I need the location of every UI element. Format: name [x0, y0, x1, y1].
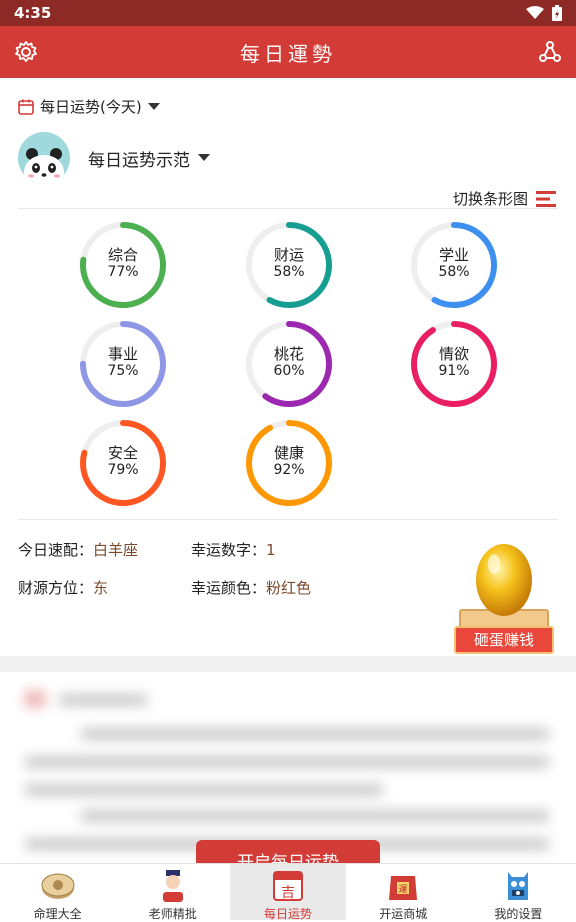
ring-value: 91%: [438, 363, 470, 379]
ring-label: 健康: [273, 444, 304, 462]
lucky-number: 幸运数字：1: [191, 539, 276, 560]
svg-text:吉: 吉: [281, 885, 295, 901]
app-bar: 每日運勢: [0, 26, 576, 78]
smash-egg-button[interactable]: 砸蛋赚钱: [454, 626, 554, 654]
tab-master-review[interactable]: 老师精批: [115, 864, 230, 921]
wealth-direction-label: 财源方位：: [18, 579, 94, 597]
ring-label: 财运: [273, 246, 304, 264]
switch-bar-chart-label: 切换条形图: [452, 190, 528, 208]
ring-label: 安全: [107, 444, 138, 462]
monster-avatar-icon: [508, 872, 529, 900]
ring-label: 桃花: [273, 345, 304, 363]
profile-name: 每日运势示范: [88, 150, 190, 171]
master-icon: [162, 870, 183, 902]
ring-career: 事业 75%: [78, 319, 168, 409]
chevron-down-icon: [198, 154, 210, 161]
switch-bar-chart-button[interactable]: 切换条形图: [453, 188, 558, 209]
lucky-match-value: 白羊座: [93, 541, 139, 559]
tab-label: 我的设置: [494, 907, 543, 921]
panda-avatar: [18, 132, 70, 184]
ring-value: 79%: [107, 462, 139, 478]
ring-value: 58%: [438, 264, 470, 280]
page-title: 每日運勢: [240, 41, 336, 66]
divider: [18, 208, 558, 209]
ring-safety: 安全 79%: [78, 418, 168, 508]
smash-egg-widget[interactable]: 砸蛋赚钱: [454, 542, 554, 654]
tab-label: 每日运势: [264, 907, 313, 921]
bar-chart-icon: [536, 190, 556, 207]
status-bar: 4:35: [0, 0, 576, 26]
lucky-color-label: 幸运颜色：: [191, 579, 267, 597]
section-separator: [0, 656, 576, 672]
ring-desire: 情欲 91%: [409, 319, 499, 409]
ring-study: 学业 58%: [409, 220, 499, 310]
ring-value: 92%: [273, 462, 305, 478]
ring-value: 60%: [273, 363, 305, 379]
settings-gear-icon[interactable]: [14, 40, 38, 68]
wifi-icon: [526, 6, 544, 19]
lucky-number-label: 幸运数字：: [191, 541, 267, 559]
tab-lucky-shop[interactable]: 運 开运商城: [346, 864, 461, 921]
tab-label: 命理大全: [33, 907, 82, 921]
ring-value: 58%: [273, 264, 305, 280]
ring-overall: 综合 77%: [78, 220, 168, 310]
tab-fortune-encyclopedia[interactable]: 命理大全: [0, 864, 115, 921]
ring-romance: 桃花 60%: [244, 319, 334, 409]
lucky-match: 今日速配：白羊座: [18, 539, 138, 560]
chevron-down-icon: [147, 102, 160, 110]
bottom-tab-bar: 命理大全 老师精批 吉 每日运势 運 开运商城 我的设置: [0, 863, 576, 921]
calendar-lucky-icon: 吉: [273, 871, 303, 901]
lucky-number-value: 1: [266, 541, 276, 559]
lucky-color-value: 粉红色: [266, 579, 312, 597]
wealth-direction: 财源方位：东: [18, 577, 108, 598]
svg-text:運: 運: [399, 884, 408, 895]
ring-label: 事业: [107, 345, 138, 363]
tab-label: 开运商城: [379, 907, 428, 921]
tab-label: 老师精批: [148, 907, 197, 921]
ring-value: 77%: [107, 264, 139, 280]
locked-content-blurred: [0, 672, 576, 864]
battery-icon: [552, 5, 562, 21]
ring-label: 学业: [438, 246, 469, 264]
status-time: 4:35: [14, 4, 52, 22]
divider: [18, 519, 558, 520]
calendar-icon: [18, 99, 34, 115]
profile-selector[interactable]: 每日运势示范: [18, 132, 210, 184]
lucky-color: 幸运颜色：粉红色: [191, 577, 311, 598]
date-selector[interactable]: 每日运势(今天): [18, 96, 160, 117]
date-selector-label: 每日运势(今天): [40, 98, 142, 116]
ring-wealth: 财运 58%: [244, 220, 334, 310]
share-icon[interactable]: [538, 40, 562, 68]
golden-egg-icon: [459, 544, 549, 629]
ring-label: 综合: [107, 246, 138, 264]
wealth-direction-value: 东: [93, 579, 109, 597]
lucky-match-label: 今日速配：: [18, 541, 94, 559]
shop-bag-icon: 運: [389, 876, 418, 900]
tab-my-settings[interactable]: 我的设置: [461, 864, 576, 921]
ring-health: 健康 92%: [244, 418, 334, 508]
tab-daily-fortune[interactable]: 吉 每日运势: [230, 864, 346, 921]
fortune-disc-icon: [41, 873, 75, 899]
ring-label: 情欲: [438, 345, 469, 363]
ring-value: 75%: [107, 363, 139, 379]
